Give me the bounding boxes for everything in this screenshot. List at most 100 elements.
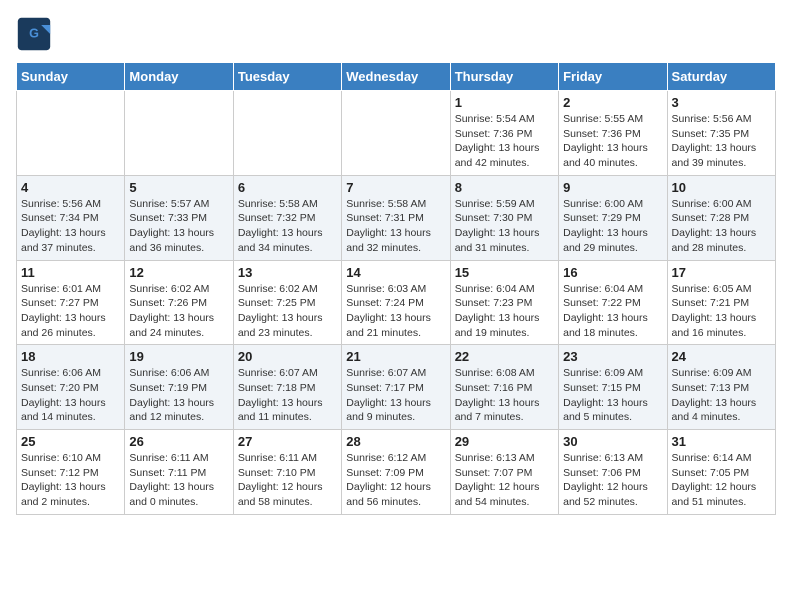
day-info: Sunrise: 5:56 AM Sunset: 7:34 PM Dayligh… <box>21 197 120 256</box>
day-number: 4 <box>21 180 120 195</box>
calendar-cell <box>233 91 341 176</box>
day-info: Sunrise: 6:09 AM Sunset: 7:15 PM Dayligh… <box>563 366 662 425</box>
calendar-cell: 2 Sunrise: 5:55 AM Sunset: 7:36 PM Daylig… <box>559 91 667 176</box>
calendar-cell: 10 Sunrise: 6:00 AM Sunset: 7:28 PM Dayli… <box>667 175 775 260</box>
calendar-cell: 16 Sunrise: 6:04 AM Sunset: 7:22 PM Dayli… <box>559 260 667 345</box>
day-number: 29 <box>455 434 554 449</box>
day-info: Sunrise: 6:09 AM Sunset: 7:13 PM Dayligh… <box>672 366 771 425</box>
calendar-cell: 5 Sunrise: 5:57 AM Sunset: 7:33 PM Daylig… <box>125 175 233 260</box>
day-info: Sunrise: 6:05 AM Sunset: 7:21 PM Dayligh… <box>672 282 771 341</box>
day-info: Sunrise: 6:08 AM Sunset: 7:16 PM Dayligh… <box>455 366 554 425</box>
calendar-cell: 14 Sunrise: 6:03 AM Sunset: 7:24 PM Dayli… <box>342 260 450 345</box>
day-number: 18 <box>21 349 120 364</box>
day-number: 14 <box>346 265 445 280</box>
day-info: Sunrise: 6:00 AM Sunset: 7:28 PM Dayligh… <box>672 197 771 256</box>
calendar-cell <box>17 91 125 176</box>
calendar-cell: 9 Sunrise: 6:00 AM Sunset: 7:29 PM Daylig… <box>559 175 667 260</box>
day-info: Sunrise: 6:06 AM Sunset: 7:20 PM Dayligh… <box>21 366 120 425</box>
day-info: Sunrise: 6:11 AM Sunset: 7:11 PM Dayligh… <box>129 451 228 510</box>
day-number: 6 <box>238 180 337 195</box>
calendar-cell: 19 Sunrise: 6:06 AM Sunset: 7:19 PM Dayli… <box>125 345 233 430</box>
calendar-cell <box>342 91 450 176</box>
day-number: 7 <box>346 180 445 195</box>
calendar-cell: 25 Sunrise: 6:10 AM Sunset: 7:12 PM Dayli… <box>17 430 125 515</box>
day-number: 25 <box>21 434 120 449</box>
calendar-cell: 3Sunrise: 5:56 AM Sunset: 7:35 PM Daylig… <box>667 91 775 176</box>
day-number: 8 <box>455 180 554 195</box>
day-info: Sunrise: 6:01 AM Sunset: 7:27 PM Dayligh… <box>21 282 120 341</box>
calendar-cell: 12Sunrise: 6:02 AM Sunset: 7:26 PM Dayli… <box>125 260 233 345</box>
day-number: 10 <box>672 180 771 195</box>
day-number: 11 <box>21 265 120 280</box>
day-info: Sunrise: 6:10 AM Sunset: 7:12 PM Dayligh… <box>21 451 120 510</box>
day-number: 15 <box>455 265 554 280</box>
calendar-cell: 22 Sunrise: 6:08 AM Sunset: 7:16 PM Dayli… <box>450 345 558 430</box>
day-number: 23 <box>563 349 662 364</box>
calendar-cell: 27 Sunrise: 6:11 AM Sunset: 7:10 PM Dayli… <box>233 430 341 515</box>
day-number: 2 <box>563 95 662 110</box>
week-row: 18 Sunrise: 6:06 AM Sunset: 7:20 PM Dayli… <box>17 345 776 430</box>
week-row: 11 Sunrise: 6:01 AM Sunset: 7:27 PM Dayli… <box>17 260 776 345</box>
calendar-cell: 1Sunrise: 5:54 AM Sunset: 7:36 PM Daylig… <box>450 91 558 176</box>
calendar-cell: 31 Sunrise: 6:14 AM Sunset: 7:05 PM Dayli… <box>667 430 775 515</box>
day-number: 31 <box>672 434 771 449</box>
day-info: Sunrise: 6:04 AM Sunset: 7:23 PM Dayligh… <box>455 282 554 341</box>
day-info: Sunrise: 5:58 AM Sunset: 7:31 PM Dayligh… <box>346 197 445 256</box>
day-info: Sunrise: 6:12 AM Sunset: 7:09 PM Dayligh… <box>346 451 445 510</box>
day-info: Sunrise: 6:14 AM Sunset: 7:05 PM Dayligh… <box>672 451 771 510</box>
day-number: 1 <box>455 95 554 110</box>
day-info: Sunrise: 5:55 AM Sunset: 7:36 PM Dayligh… <box>563 112 662 171</box>
day-number: 28 <box>346 434 445 449</box>
header-cell-sunday: Sunday <box>17 63 125 91</box>
week-row: 1Sunrise: 5:54 AM Sunset: 7:36 PM Daylig… <box>17 91 776 176</box>
calendar-cell: 11 Sunrise: 6:01 AM Sunset: 7:27 PM Dayli… <box>17 260 125 345</box>
calendar-cell <box>125 91 233 176</box>
calendar-table: SundayMondayTuesdayWednesdayThursdayFrid… <box>16 62 776 515</box>
calendar-cell: 6 Sunrise: 5:58 AM Sunset: 7:32 PM Daylig… <box>233 175 341 260</box>
calendar-cell: 24 Sunrise: 6:09 AM Sunset: 7:13 PM Dayli… <box>667 345 775 430</box>
day-info: Sunrise: 5:57 AM Sunset: 7:33 PM Dayligh… <box>129 197 228 256</box>
day-number: 12 <box>129 265 228 280</box>
day-number: 27 <box>238 434 337 449</box>
day-number: 17 <box>672 265 771 280</box>
day-info: Sunrise: 6:11 AM Sunset: 7:10 PM Dayligh… <box>238 451 337 510</box>
header-cell-friday: Friday <box>559 63 667 91</box>
calendar-cell: 20Sunrise: 6:07 AM Sunset: 7:18 PM Dayli… <box>233 345 341 430</box>
calendar-cell: 29Sunrise: 6:13 AM Sunset: 7:07 PM Dayli… <box>450 430 558 515</box>
day-number: 22 <box>455 349 554 364</box>
header-cell-thursday: Thursday <box>450 63 558 91</box>
day-number: 26 <box>129 434 228 449</box>
day-info: Sunrise: 6:03 AM Sunset: 7:24 PM Dayligh… <box>346 282 445 341</box>
day-number: 19 <box>129 349 228 364</box>
day-number: 24 <box>672 349 771 364</box>
calendar-cell: 17 Sunrise: 6:05 AM Sunset: 7:21 PM Dayli… <box>667 260 775 345</box>
calendar-cell: 21 Sunrise: 6:07 AM Sunset: 7:17 PM Dayli… <box>342 345 450 430</box>
calendar-body: 1Sunrise: 5:54 AM Sunset: 7:36 PM Daylig… <box>17 91 776 515</box>
header-cell-tuesday: Tuesday <box>233 63 341 91</box>
day-info: Sunrise: 6:07 AM Sunset: 7:17 PM Dayligh… <box>346 366 445 425</box>
day-number: 9 <box>563 180 662 195</box>
calendar-cell: 13Sunrise: 6:02 AM Sunset: 7:25 PM Dayli… <box>233 260 341 345</box>
day-info: Sunrise: 6:13 AM Sunset: 7:06 PM Dayligh… <box>563 451 662 510</box>
day-number: 16 <box>563 265 662 280</box>
calendar-cell: 7 Sunrise: 5:58 AM Sunset: 7:31 PM Daylig… <box>342 175 450 260</box>
header-row: SundayMondayTuesdayWednesdayThursdayFrid… <box>17 63 776 91</box>
day-number: 3 <box>672 95 771 110</box>
week-row: 4 Sunrise: 5:56 AM Sunset: 7:34 PM Daylig… <box>17 175 776 260</box>
day-info: Sunrise: 6:00 AM Sunset: 7:29 PM Dayligh… <box>563 197 662 256</box>
day-info: Sunrise: 5:59 AM Sunset: 7:30 PM Dayligh… <box>455 197 554 256</box>
calendar-cell: 30Sunrise: 6:13 AM Sunset: 7:06 PM Dayli… <box>559 430 667 515</box>
day-info: Sunrise: 5:58 AM Sunset: 7:32 PM Dayligh… <box>238 197 337 256</box>
day-number: 21 <box>346 349 445 364</box>
day-number: 20 <box>238 349 337 364</box>
header-cell-saturday: Saturday <box>667 63 775 91</box>
page-header: G <box>16 16 776 52</box>
calendar-cell: 15 Sunrise: 6:04 AM Sunset: 7:23 PM Dayli… <box>450 260 558 345</box>
day-info: Sunrise: 6:06 AM Sunset: 7:19 PM Dayligh… <box>129 366 228 425</box>
svg-text:G: G <box>29 27 39 41</box>
calendar-cell: 23 Sunrise: 6:09 AM Sunset: 7:15 PM Dayli… <box>559 345 667 430</box>
day-info: Sunrise: 6:04 AM Sunset: 7:22 PM Dayligh… <box>563 282 662 341</box>
calendar-header: SundayMondayTuesdayWednesdayThursdayFrid… <box>17 63 776 91</box>
calendar-cell: 26 Sunrise: 6:11 AM Sunset: 7:11 PM Dayli… <box>125 430 233 515</box>
day-number: 5 <box>129 180 228 195</box>
